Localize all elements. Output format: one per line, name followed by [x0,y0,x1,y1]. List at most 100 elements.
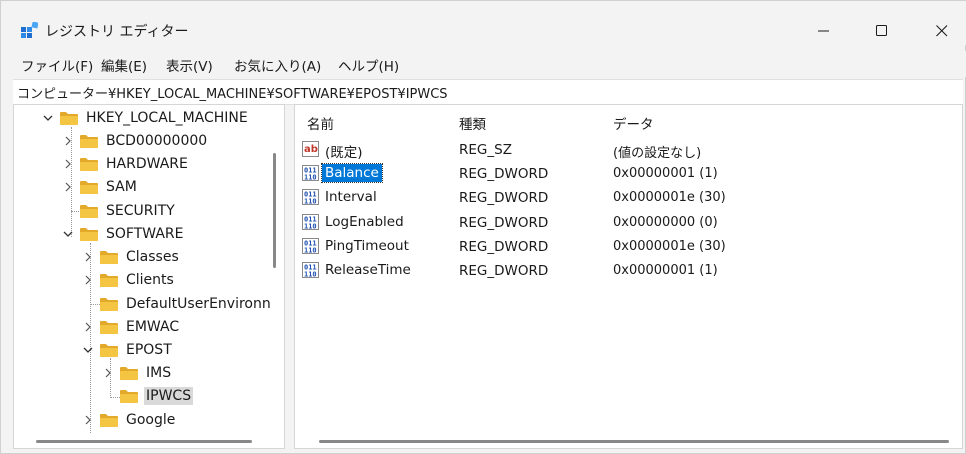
svg-text:110: 110 [304,246,317,254]
value-row[interactable]: 011 110 Balance REG_DWORD 0x00000001 (1) [295,163,955,185]
key-tree-pane[interactable]: HKEY_LOCAL_MACHINE BCD00000000 HARDWARE SAM… [13,104,285,449]
tree-node-label: DefaultUserEnvironn [126,296,271,312]
tree-node-classes[interactable]: Classes [82,246,181,268]
minimize-icon [818,30,829,32]
column-header-data[interactable]: データ [613,113,654,133]
tree-node-label: IPWCS [144,387,194,405]
address-path[interactable]: コンピューター¥HKEY_LOCAL_MACHINE¥SOFTWARE¥EPOS… [17,83,448,102]
folder-icon [120,367,138,380]
menu-edit[interactable]: 編集(E) [101,55,147,75]
value-type: REG_DWORD [459,214,549,231]
tree-node-label: Classes [126,249,179,265]
chevron-right-icon[interactable] [82,251,94,263]
menu-favorites[interactable]: お気に入り(A) [234,55,321,75]
value-name[interactable]: (既定) [322,140,366,162]
value-name[interactable]: PingTimeout [322,237,412,255]
value-data: 0x00000001 (1) [613,263,718,278]
tree-node-label: EMWAC [126,319,180,335]
tree-node-sam[interactable]: SAM [62,176,139,198]
tree-node-label: SAM [106,179,137,195]
tree-node-ims[interactable]: IMS [102,362,173,384]
menu-file[interactable]: ファイル(F) [21,55,93,75]
tree-node-google[interactable]: Google [82,409,177,431]
tree-node-label: Clients [126,272,174,288]
svg-text:110: 110 [304,222,317,230]
maximize-button[interactable] [859,11,905,51]
tree-node-bcd00000000[interactable]: BCD00000000 [62,130,209,152]
chevron-down-icon[interactable] [62,228,74,240]
tree-horizontal-scrollbar[interactable] [36,440,252,443]
column-header-type[interactable]: 種類 [459,113,486,133]
tree-node-hardware[interactable]: HARDWARE [62,153,190,175]
chevron-right-icon[interactable] [62,158,74,170]
value-row[interactable]: 011 110 LogEnabled REG_DWORD 0x00000000 (0) [295,212,955,234]
column-header-name[interactable]: 名前 [307,113,334,133]
folder-icon [80,205,98,218]
tree-node-label: SECURITY [106,203,175,219]
folder-icon [80,181,98,194]
value-row[interactable]: 011 110 PingTimeout REG_DWORD 0x0000001e (30… [295,236,955,258]
value-data: 0x0000001e (30) [613,238,726,254]
string-value-icon: ab [302,141,319,157]
chevron-right-icon[interactable] [82,414,94,426]
value-name[interactable]: Interval [322,188,380,206]
close-button[interactable] [919,11,965,51]
chevron-down-icon[interactable] [42,112,54,124]
value-name[interactable]: LogEnabled [322,213,407,231]
minimize-button[interactable] [801,11,847,51]
chevron-right-icon[interactable] [82,321,94,333]
tree-node-label: HKEY_LOCAL_MACHINE [86,110,248,126]
tree-vertical-scrollbar[interactable] [273,153,276,268]
value-data: 0x0000001e (30) [613,190,726,206]
tree-node-ipwcs[interactable]: IPWCS [102,385,194,407]
list-horizontal-scrollbar[interactable] [319,440,949,443]
value-row[interactable]: 011 110 Interval REG_DWORD 0x0000001e (30) [295,187,955,209]
tree-node-label: BCD00000000 [106,133,208,149]
dword-value-icon: 011110 [302,213,319,230]
folder-icon [60,112,78,125]
svg-text:ab: ab [304,144,318,155]
value-data: (値の設定なし) [613,146,702,161]
address-bar[interactable]: コンピューター¥HKEY_LOCAL_MACHINE¥SOFTWARE¥EPOS… [13,79,963,105]
folder-icon [100,344,118,357]
menu-view[interactable]: 表示(V) [166,55,213,75]
close-icon [936,25,948,37]
tree-node-hkey-local-machine[interactable]: HKEY_LOCAL_MACHINE [42,107,250,129]
folder-icon [100,298,118,311]
dword-value-icon: 011110 [302,189,319,206]
value-type: REG_DWORD [459,190,549,207]
chevron-right-icon[interactable] [62,181,74,193]
menu-help[interactable]: ヘルプ(H) [338,55,399,75]
value-row[interactable]: ab (既定) REG_SZ (値の設定なし) [295,139,955,161]
tree-node-clients[interactable]: Clients [82,269,176,291]
chevron-down-icon[interactable] [82,344,94,356]
tree-node-label: Google [126,412,176,428]
title-bar[interactable]: レジストリ エディター [1,1,966,45]
dword-value-icon: 011110 [302,165,319,182]
folder-icon [100,321,118,334]
tree-node-defaultuserenvironn[interactable]: DefaultUserEnvironn [82,293,273,315]
value-name[interactable]: ReleaseTime [322,261,414,279]
dword-value-icon: 011110 [302,262,319,279]
tree-node-software[interactable]: SOFTWARE [62,223,186,245]
chevron-right-icon[interactable] [102,367,114,379]
value-name[interactable]: Balance [321,163,383,184]
value-row[interactable]: 011 110 ReleaseTime REG_DWORD 0x00000001 (1) [295,260,955,282]
registry-app-icon [21,22,38,38]
chevron-right-icon[interactable] [82,274,94,286]
folder-icon [80,228,98,241]
tree-node-epost[interactable]: EPOST [82,339,174,361]
chevron-right-icon[interactable] [62,135,74,147]
tree-node-label: SOFTWARE [106,226,184,242]
window-title: レジストリ エディター [45,24,189,40]
tree-node-security[interactable]: SECURITY [62,200,177,222]
folder-icon [80,135,98,148]
folder-icon [120,390,138,403]
tree-node-emwac[interactable]: EMWAC [82,316,181,338]
values-list-pane[interactable]: 名前 種類 データ ab (既定) REG_SZ (値の設定なし) 011 110 Bala… [294,104,963,449]
svg-text:110: 110 [304,271,317,279]
value-data: 0x00000000 (0) [613,214,718,230]
tree-node-label: EPOST [126,342,172,358]
